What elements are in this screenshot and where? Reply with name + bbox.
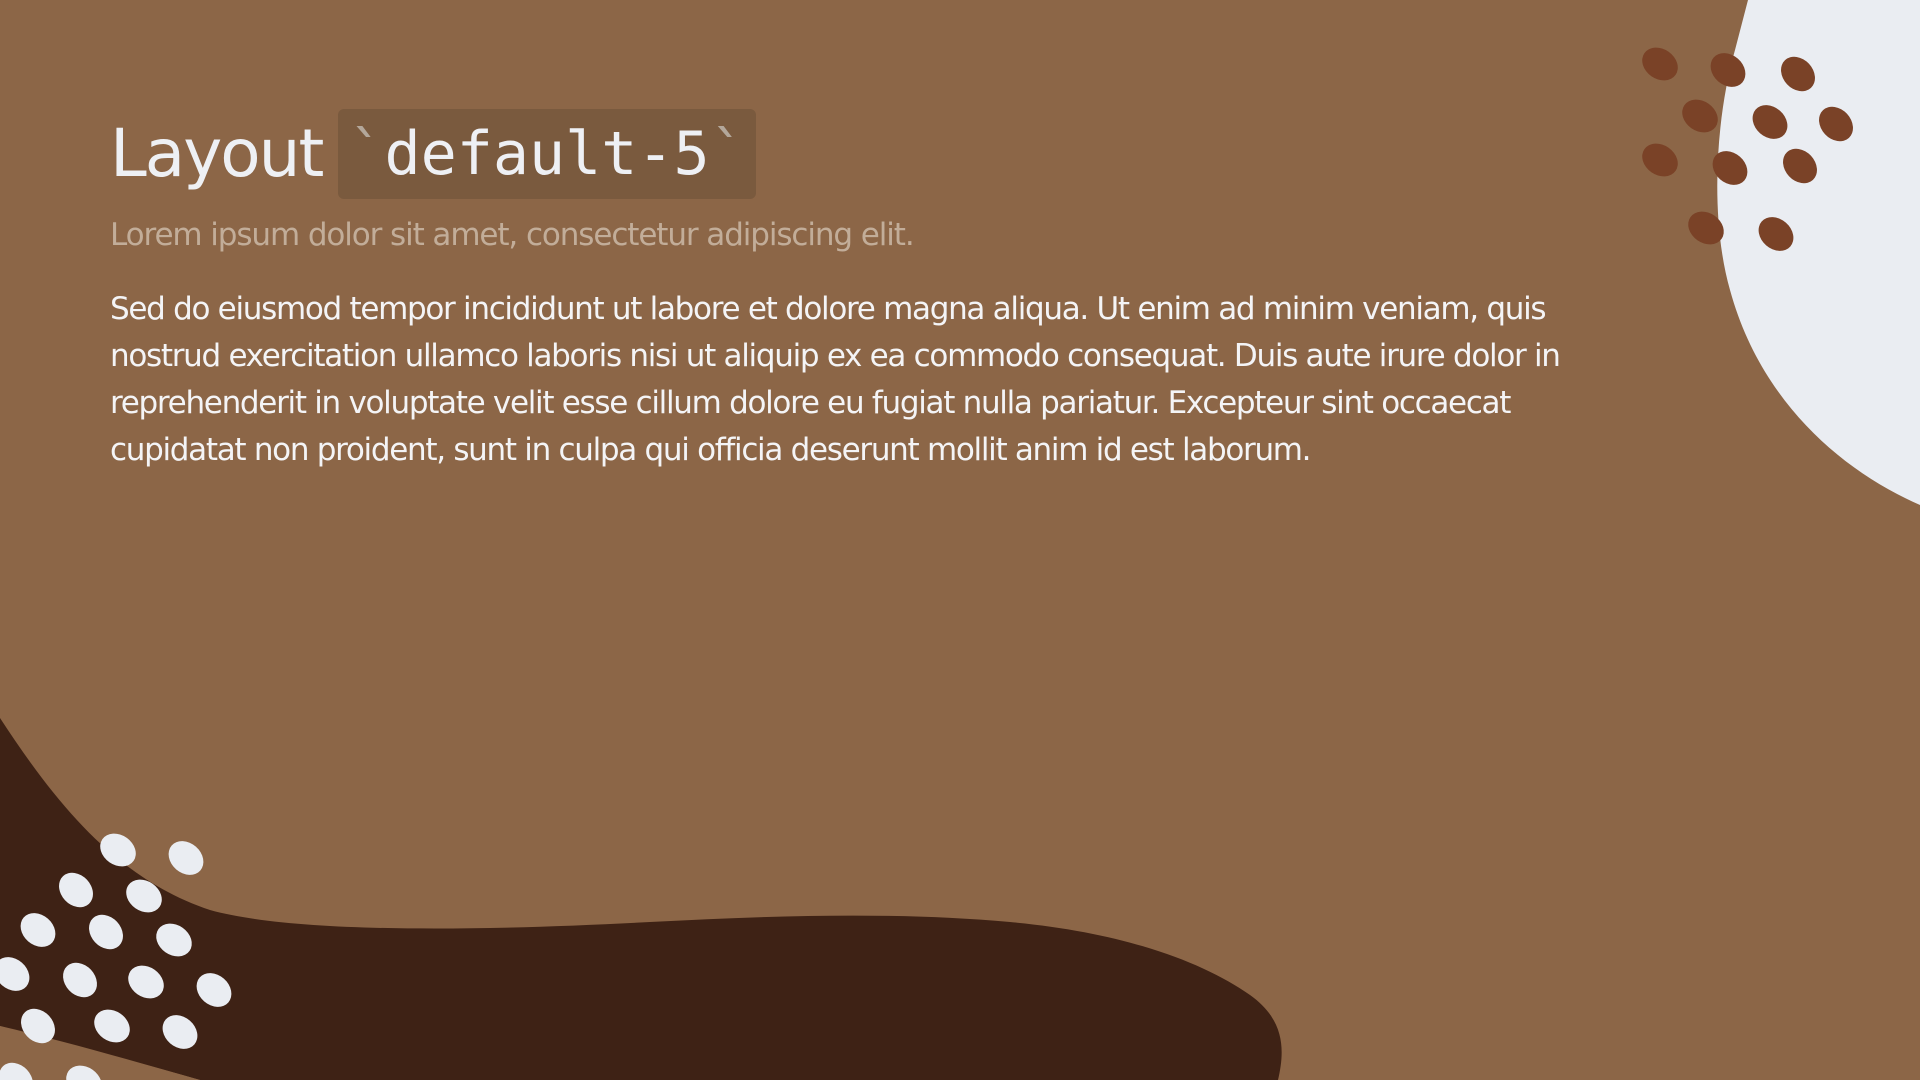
slide-paragraph: Sed do eiusmod tempor incididunt ut labo…	[110, 291, 1561, 468]
slide-title: Layout `default-5`	[110, 108, 1570, 200]
decor-dot	[1642, 143, 1678, 177]
code-tick-open: `	[348, 119, 385, 189]
decor-dot	[1682, 99, 1718, 133]
code-text: default-5	[384, 119, 710, 189]
slide-subtitle: Lorem ipsum dolor sit amet, consectetur …	[110, 217, 915, 253]
slide-content: Layout `default-5` Lorem ipsum dolor sit…	[110, 108, 1570, 474]
title-code-snippet: `default-5`	[338, 109, 756, 199]
title-text: Layout	[110, 115, 324, 192]
top-right-light-blob	[1717, 0, 1920, 505]
code-tick-close: `	[709, 119, 746, 189]
decor-dot	[1642, 47, 1678, 81]
decor-dot	[168, 841, 204, 875]
